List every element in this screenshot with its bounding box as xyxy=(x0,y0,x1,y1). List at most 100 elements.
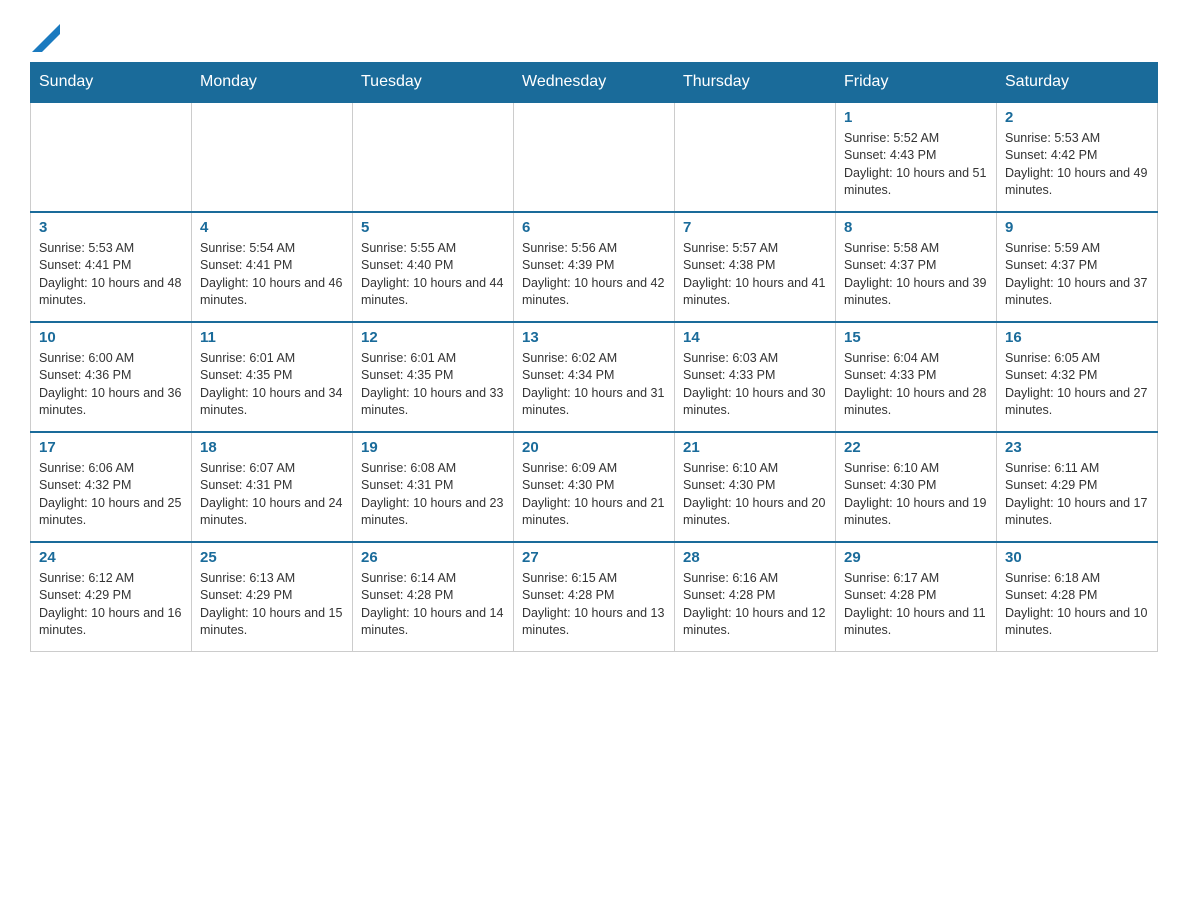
day-of-week-header: Thursday xyxy=(675,62,836,102)
day-number: 20 xyxy=(522,439,666,456)
day-number: 10 xyxy=(39,329,183,346)
day-info: Sunrise: 6:05 AM Sunset: 4:32 PM Dayligh… xyxy=(1005,350,1149,420)
calendar-day-cell: 22 Sunrise: 6:10 AM Sunset: 4:30 PM Dayli… xyxy=(836,432,997,542)
day-info: Sunrise: 5:57 AM Sunset: 4:38 PM Dayligh… xyxy=(683,240,827,310)
day-number: 3 xyxy=(39,219,183,236)
day-info: Sunrise: 6:13 AM Sunset: 4:29 PM Dayligh… xyxy=(200,570,344,640)
logo-triangle-icon xyxy=(32,24,60,52)
day-number: 7 xyxy=(683,219,827,236)
day-info: Sunrise: 5:53 AM Sunset: 4:41 PM Dayligh… xyxy=(39,240,183,310)
calendar-day-cell: 11 Sunrise: 6:01 AM Sunset: 4:35 PM Dayli… xyxy=(192,322,353,432)
day-info: Sunrise: 6:00 AM Sunset: 4:36 PM Dayligh… xyxy=(39,350,183,420)
calendar-body: 1 Sunrise: 5:52 AM Sunset: 4:43 PM Daylig… xyxy=(31,102,1158,652)
day-number: 30 xyxy=(1005,549,1149,566)
day-number: 23 xyxy=(1005,439,1149,456)
days-of-week-row: SundayMondayTuesdayWednesdayThursdayFrid… xyxy=(31,62,1158,102)
day-number: 15 xyxy=(844,329,988,346)
day-number: 1 xyxy=(844,109,988,126)
calendar-day-cell: 25 Sunrise: 6:13 AM Sunset: 4:29 PM Dayli… xyxy=(192,542,353,652)
calendar-day-cell: 17 Sunrise: 6:06 AM Sunset: 4:32 PM Dayli… xyxy=(31,432,192,542)
calendar-day-cell: 16 Sunrise: 6:05 AM Sunset: 4:32 PM Dayli… xyxy=(997,322,1158,432)
day-number: 29 xyxy=(844,549,988,566)
day-number: 14 xyxy=(683,329,827,346)
calendar-day-cell xyxy=(514,102,675,212)
day-number: 4 xyxy=(200,219,344,236)
calendar-day-cell xyxy=(31,102,192,212)
calendar-week-row: 24 Sunrise: 6:12 AM Sunset: 4:29 PM Dayli… xyxy=(31,542,1158,652)
logo xyxy=(30,20,60,52)
day-of-week-header: Friday xyxy=(836,62,997,102)
day-number: 11 xyxy=(200,329,344,346)
day-number: 12 xyxy=(361,329,505,346)
calendar-day-cell: 10 Sunrise: 6:00 AM Sunset: 4:36 PM Dayli… xyxy=(31,322,192,432)
day-number: 6 xyxy=(522,219,666,236)
day-info: Sunrise: 6:04 AM Sunset: 4:33 PM Dayligh… xyxy=(844,350,988,420)
calendar-day-cell: 29 Sunrise: 6:17 AM Sunset: 4:28 PM Dayli… xyxy=(836,542,997,652)
calendar-day-cell: 3 Sunrise: 5:53 AM Sunset: 4:41 PM Daylig… xyxy=(31,212,192,322)
calendar-day-cell: 27 Sunrise: 6:15 AM Sunset: 4:28 PM Dayli… xyxy=(514,542,675,652)
calendar-day-cell: 26Sunrise: 6:14 AM Sunset: 4:28 PM Dayli… xyxy=(353,542,514,652)
page-header xyxy=(30,20,1158,52)
day-info: Sunrise: 5:54 AM Sunset: 4:41 PM Dayligh… xyxy=(200,240,344,310)
calendar-day-cell: 20 Sunrise: 6:09 AM Sunset: 4:30 PM Dayli… xyxy=(514,432,675,542)
day-of-week-header: Saturday xyxy=(997,62,1158,102)
day-of-week-header: Monday xyxy=(192,62,353,102)
day-info: Sunrise: 6:03 AM Sunset: 4:33 PM Dayligh… xyxy=(683,350,827,420)
calendar-header: SundayMondayTuesdayWednesdayThursdayFrid… xyxy=(31,62,1158,102)
calendar-day-cell: 23Sunrise: 6:11 AM Sunset: 4:29 PM Dayli… xyxy=(997,432,1158,542)
day-number: 9 xyxy=(1005,219,1149,236)
day-info: Sunrise: 5:55 AM Sunset: 4:40 PM Dayligh… xyxy=(361,240,505,310)
calendar-week-row: 3 Sunrise: 5:53 AM Sunset: 4:41 PM Daylig… xyxy=(31,212,1158,322)
day-number: 27 xyxy=(522,549,666,566)
day-info: Sunrise: 6:06 AM Sunset: 4:32 PM Dayligh… xyxy=(39,460,183,530)
calendar-day-cell: 6 Sunrise: 5:56 AM Sunset: 4:39 PM Daylig… xyxy=(514,212,675,322)
calendar-week-row: 1 Sunrise: 5:52 AM Sunset: 4:43 PM Daylig… xyxy=(31,102,1158,212)
day-number: 2 xyxy=(1005,109,1149,126)
calendar-day-cell: 4 Sunrise: 5:54 AM Sunset: 4:41 PM Daylig… xyxy=(192,212,353,322)
calendar-day-cell: 2 Sunrise: 5:53 AM Sunset: 4:42 PM Daylig… xyxy=(997,102,1158,212)
day-of-week-header: Tuesday xyxy=(353,62,514,102)
calendar-day-cell: 18Sunrise: 6:07 AM Sunset: 4:31 PM Dayli… xyxy=(192,432,353,542)
calendar-day-cell: 21 Sunrise: 6:10 AM Sunset: 4:30 PM Dayli… xyxy=(675,432,836,542)
day-info: Sunrise: 6:12 AM Sunset: 4:29 PM Dayligh… xyxy=(39,570,183,640)
day-info: Sunrise: 6:01 AM Sunset: 4:35 PM Dayligh… xyxy=(361,350,505,420)
day-number: 21 xyxy=(683,439,827,456)
calendar-week-row: 10 Sunrise: 6:00 AM Sunset: 4:36 PM Dayli… xyxy=(31,322,1158,432)
day-info: Sunrise: 5:52 AM Sunset: 4:43 PM Dayligh… xyxy=(844,130,988,200)
calendar-day-cell xyxy=(192,102,353,212)
day-info: Sunrise: 6:10 AM Sunset: 4:30 PM Dayligh… xyxy=(683,460,827,530)
calendar-week-row: 17 Sunrise: 6:06 AM Sunset: 4:32 PM Dayli… xyxy=(31,432,1158,542)
day-of-week-header: Sunday xyxy=(31,62,192,102)
calendar-table: SundayMondayTuesdayWednesdayThursdayFrid… xyxy=(30,62,1158,653)
calendar-day-cell xyxy=(675,102,836,212)
calendar-day-cell: 24 Sunrise: 6:12 AM Sunset: 4:29 PM Dayli… xyxy=(31,542,192,652)
day-number: 16 xyxy=(1005,329,1149,346)
day-number: 17 xyxy=(39,439,183,456)
day-number: 28 xyxy=(683,549,827,566)
calendar-day-cell: 9Sunrise: 5:59 AM Sunset: 4:37 PM Daylig… xyxy=(997,212,1158,322)
calendar-day-cell xyxy=(353,102,514,212)
day-number: 25 xyxy=(200,549,344,566)
calendar-day-cell: 30 Sunrise: 6:18 AM Sunset: 4:28 PM Dayli… xyxy=(997,542,1158,652)
day-info: Sunrise: 6:17 AM Sunset: 4:28 PM Dayligh… xyxy=(844,570,988,640)
day-info: Sunrise: 5:56 AM Sunset: 4:39 PM Dayligh… xyxy=(522,240,666,310)
day-number: 19 xyxy=(361,439,505,456)
calendar-day-cell: 19Sunrise: 6:08 AM Sunset: 4:31 PM Dayli… xyxy=(353,432,514,542)
day-number: 22 xyxy=(844,439,988,456)
day-info: Sunrise: 6:07 AM Sunset: 4:31 PM Dayligh… xyxy=(200,460,344,530)
day-info: Sunrise: 6:10 AM Sunset: 4:30 PM Dayligh… xyxy=(844,460,988,530)
day-info: Sunrise: 6:09 AM Sunset: 4:30 PM Dayligh… xyxy=(522,460,666,530)
calendar-day-cell: 8 Sunrise: 5:58 AM Sunset: 4:37 PM Daylig… xyxy=(836,212,997,322)
day-info: Sunrise: 6:15 AM Sunset: 4:28 PM Dayligh… xyxy=(522,570,666,640)
day-info: Sunrise: 5:58 AM Sunset: 4:37 PM Dayligh… xyxy=(844,240,988,310)
calendar-day-cell: 13Sunrise: 6:02 AM Sunset: 4:34 PM Dayli… xyxy=(514,322,675,432)
calendar-day-cell: 15 Sunrise: 6:04 AM Sunset: 4:33 PM Dayli… xyxy=(836,322,997,432)
day-info: Sunrise: 6:01 AM Sunset: 4:35 PM Dayligh… xyxy=(200,350,344,420)
day-info: Sunrise: 5:53 AM Sunset: 4:42 PM Dayligh… xyxy=(1005,130,1149,200)
day-number: 24 xyxy=(39,549,183,566)
calendar-day-cell: 7 Sunrise: 5:57 AM Sunset: 4:38 PM Daylig… xyxy=(675,212,836,322)
calendar-day-cell: 5Sunrise: 5:55 AM Sunset: 4:40 PM Daylig… xyxy=(353,212,514,322)
day-info: Sunrise: 6:18 AM Sunset: 4:28 PM Dayligh… xyxy=(1005,570,1149,640)
day-number: 13 xyxy=(522,329,666,346)
day-number: 8 xyxy=(844,219,988,236)
